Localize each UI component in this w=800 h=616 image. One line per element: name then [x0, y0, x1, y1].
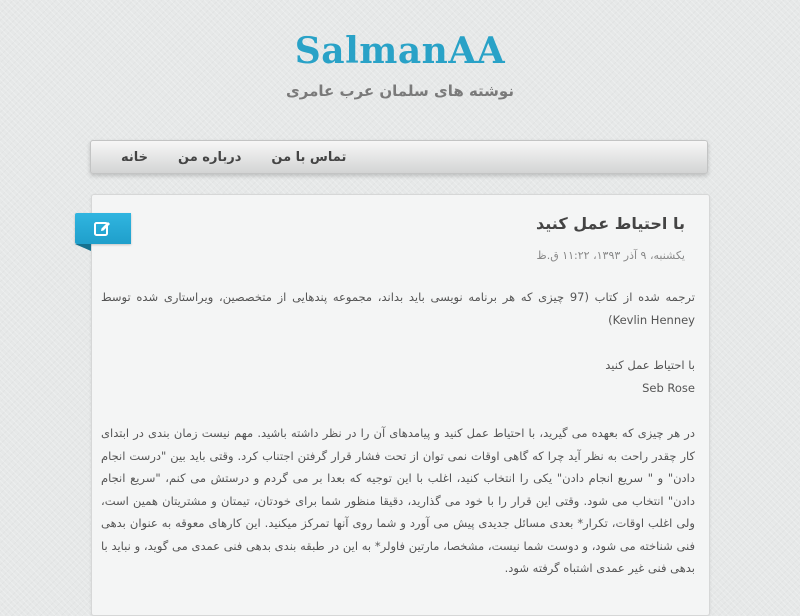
main-nav: خانه درباره من تماس با من: [90, 140, 708, 174]
post-intro: ترجمه شده از کتاب (97 چیزی که هر برنامه …: [101, 290, 695, 327]
nav-item-about[interactable]: درباره من: [178, 150, 241, 165]
post-heading: با احتیاط عمل کنید: [605, 358, 695, 372]
post-date: یکشنبه، ۹ آذر ۱۳۹۳، ۱۱:۲۲ ق.ظ: [536, 249, 685, 262]
nav-item-contact[interactable]: تماس با من: [271, 150, 346, 165]
edit-icon: [94, 221, 110, 236]
site-subtitle: نوشته های سلمان عرب عامری: [286, 82, 514, 100]
post-title[interactable]: با احتیاط عمل کنید: [536, 214, 685, 233]
edit-post-button[interactable]: [75, 213, 131, 244]
edit-tab-fold: [75, 244, 91, 251]
post-paragraph: در هر چیزی که بعهده می گیرید، با احتیاط …: [101, 426, 695, 575]
nav-item-home[interactable]: خانه: [121, 150, 148, 165]
post-author: Seb Rose: [642, 380, 695, 395]
site-title[interactable]: SalmanAA: [0, 30, 800, 72]
post-body: ترجمه شده از کتاب (97 چیزی که هر برنامه …: [101, 286, 695, 580]
